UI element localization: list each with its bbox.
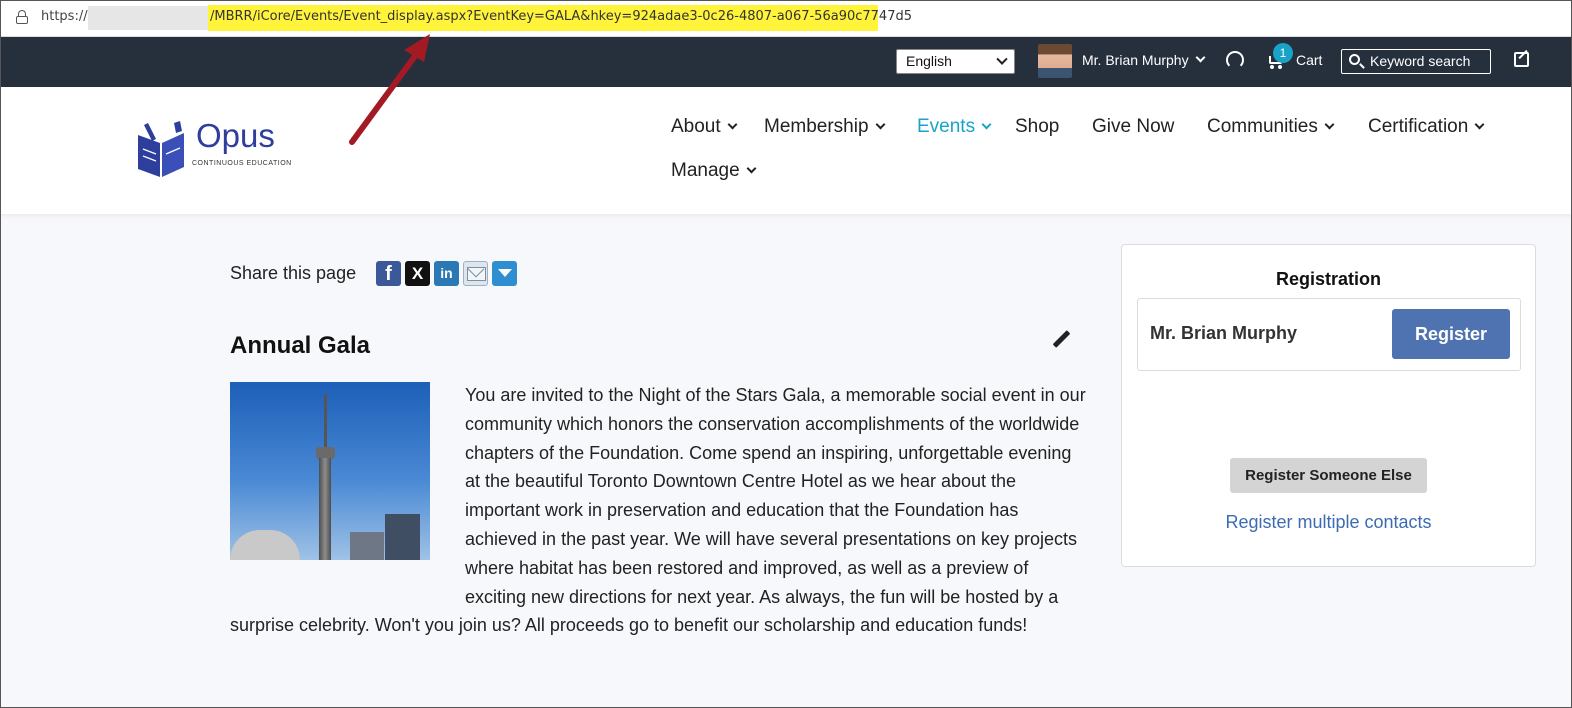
registration-title: Registration [1275,269,1381,289]
nav-item-label: Membership [764,116,869,137]
chevron-down-icon [981,119,992,130]
facebook-icon[interactable]: f [376,261,401,286]
nav-item-label: Events [917,116,976,137]
headset-icon[interactable] [1226,51,1244,69]
nav-item-communities[interactable]: Communities [1207,116,1335,138]
user-menu[interactable]: Mr. Brian Murphy [1082,52,1189,68]
search-icon [1349,54,1360,65]
nav-item-label: About [671,116,721,137]
registrant-row: Mr. Brian Murphy Register [1137,298,1521,371]
chevron-down-icon [1474,119,1485,130]
url-prefix: https:// [41,9,88,24]
chevron-down-icon [727,119,738,130]
nav-item-manage[interactable]: Manage [671,160,757,182]
book-logo-icon[interactable] [136,121,188,179]
chevron-down-icon[interactable] [1195,52,1206,63]
lock-icon [16,10,28,24]
register-someone-else-button[interactable]: Register Someone Else [1230,458,1427,493]
registration-panel: Registration Mr. Brian Murphy Register R… [1121,244,1536,567]
share-label: Share this page [230,263,357,283]
x-icon[interactable]: X [405,261,430,286]
nav-item-certification[interactable]: Certification [1368,116,1485,138]
register-button[interactable]: Register [1392,309,1510,359]
cart-link[interactable]: Cart [1296,52,1322,68]
nav-item-label: Manage [671,160,740,181]
logo-wordmark[interactable]: Opus [196,117,275,155]
nav-item-shop[interactable]: Shop [1015,116,1059,138]
nav-item-events[interactable]: Events [917,116,992,138]
event-title: Annual Gala [230,332,371,359]
address-bar[interactable]: https:// /MBRR/iCore/Events/Event_displa… [0,0,1572,37]
chevron-down-icon [996,53,1008,65]
email-icon[interactable] [463,261,488,286]
cart-count-badge: 1 [1273,43,1293,63]
language-select[interactable]: English [896,49,1015,74]
external-edit-icon[interactable] [1514,52,1529,67]
site-header: Opus CONTINUOUS EDUCATION About Membersh… [0,87,1572,214]
nav-item-label: Certification [1368,116,1469,137]
avatar[interactable] [1038,44,1072,78]
nav-item-label: Shop [1015,116,1060,137]
nav-item-label: Communities [1207,116,1318,137]
language-value: English [906,53,952,69]
keyword-search-button[interactable]: Keyword search [1341,49,1491,74]
chevron-down-icon [746,163,757,174]
linkedin-icon[interactable]: in [434,261,459,286]
nav-item-about[interactable]: About [671,116,738,138]
registrant-name: Mr. Brian Murphy [1150,323,1298,343]
nav-item-label: Give Now [1092,116,1175,137]
nav-item-membership[interactable]: Membership [764,116,885,138]
pencil-icon[interactable] [1052,330,1071,349]
event-description-block: You are invited to the Night of the Star… [230,381,1090,640]
keyword-search-label: Keyword search [1370,53,1471,69]
chevron-down-icon [875,119,885,130]
url-path[interactable]: /MBRR/iCore/Events/Event_display.aspx?Ev… [210,9,912,24]
chevron-down-icon [1324,119,1335,130]
more-share-icon[interactable] [492,261,517,286]
register-multiple-contacts-link[interactable]: Register multiple contacts [1122,512,1535,533]
utility-bar: English Mr. Brian Murphy 1 Cart Keyword … [0,37,1572,87]
url-redacted-block [88,6,208,30]
nav-item-give-now[interactable]: Give Now [1092,116,1174,138]
logo-subtitle: CONTINUOUS EDUCATION [192,160,292,167]
